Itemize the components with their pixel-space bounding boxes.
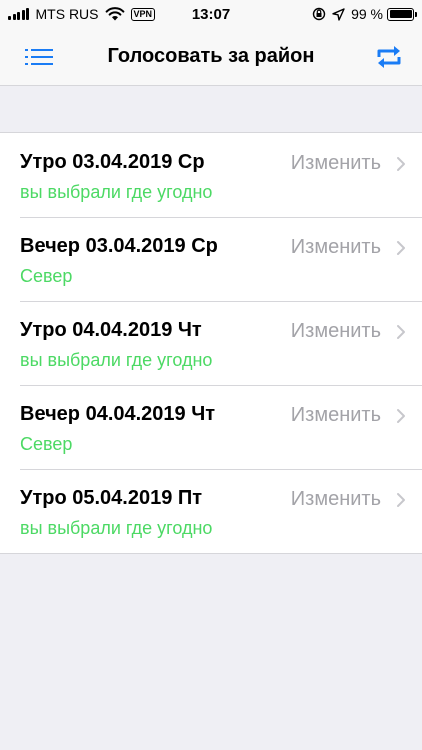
top-bar: MTS RUS VPN 13:07 99 % Голосовать за рай… xyxy=(0,0,422,86)
status-bar: MTS RUS VPN 13:07 99 % xyxy=(0,0,422,30)
item-title: Утро 05.04.2019 Пт xyxy=(20,487,203,509)
battery-icon xyxy=(387,7,417,21)
list-item[interactable]: Утро 05.04.2019 Пт вы выбрали где угодно И… xyxy=(0,469,422,553)
change-button[interactable]: Изменить xyxy=(291,236,381,259)
item-title: Утро 03.04.2019 Ср xyxy=(20,151,205,173)
item-subtitle: Север xyxy=(20,434,73,454)
swap-button[interactable] xyxy=(372,42,406,72)
battery-percent: 99 % xyxy=(351,6,383,22)
chevron-right-icon xyxy=(397,409,405,423)
status-right: 99 % xyxy=(312,6,417,22)
change-button[interactable]: Изменить xyxy=(291,404,381,427)
location-arrow-icon xyxy=(332,7,345,21)
chevron-right-icon xyxy=(397,325,405,339)
change-button[interactable]: Изменить xyxy=(291,320,381,343)
item-title: Вечер 03.04.2019 Ср xyxy=(20,235,218,257)
chevron-right-icon xyxy=(397,241,405,255)
change-button[interactable]: Изменить xyxy=(291,152,381,175)
change-button[interactable]: Изменить xyxy=(291,488,381,511)
item-title: Вечер 04.04.2019 Чт xyxy=(20,403,216,425)
item-subtitle: вы выбрали где угодно xyxy=(20,518,213,538)
chevron-right-icon xyxy=(397,493,405,507)
list-item[interactable]: Утро 03.04.2019 Ср вы выбрали где угодно И… xyxy=(0,133,422,217)
list-item[interactable]: Вечер 03.04.2019 Ср Север Изменить xyxy=(0,217,422,301)
item-subtitle: вы выбрали где угодно xyxy=(20,350,213,370)
chevron-right-icon xyxy=(397,157,405,171)
item-subtitle: вы выбрали где угодно xyxy=(20,182,213,202)
page-title: Голосовать за район xyxy=(107,45,315,67)
orientation-lock-icon xyxy=(312,7,326,21)
district-vote-list: Утро 03.04.2019 Ср вы выбрали где угодно И… xyxy=(0,132,422,554)
repeat-icon xyxy=(377,46,401,68)
item-title: Утро 04.04.2019 Чт xyxy=(20,319,202,341)
list-item[interactable]: Утро 04.04.2019 Чт вы выбрали где угодно И… xyxy=(0,301,422,385)
list-item[interactable]: Вечер 04.04.2019 Чт Север Изменить xyxy=(0,385,422,469)
nav-bar: Голосовать за район xyxy=(0,30,422,86)
item-subtitle: Север xyxy=(20,266,73,286)
